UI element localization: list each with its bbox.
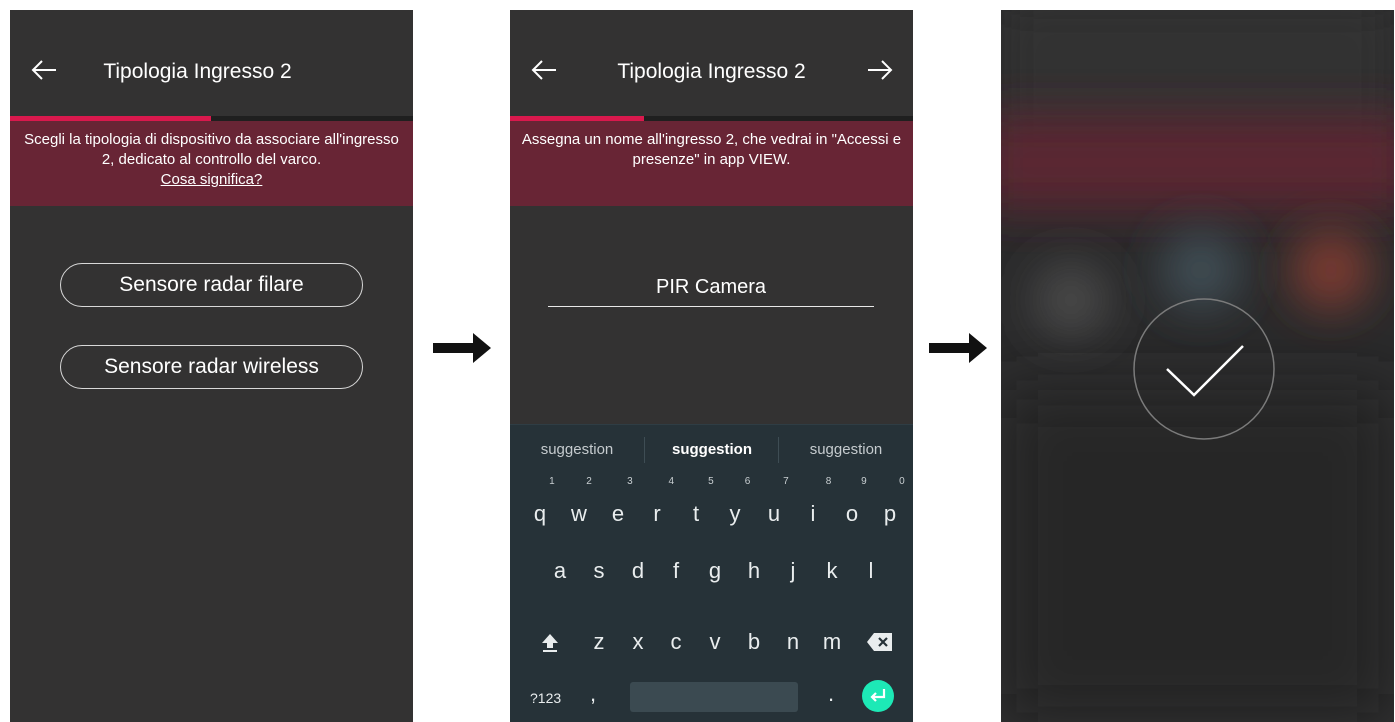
help-link[interactable]: Cosa significa?: [161, 171, 263, 188]
key-hint: 0: [899, 476, 905, 487]
option-wired-radar-button[interactable]: Sensore radar filare: [60, 263, 363, 307]
key-d[interactable]: d: [620, 547, 656, 595]
key-j[interactable]: j: [775, 547, 811, 595]
key-label: i: [810, 501, 816, 526]
suggestion-center[interactable]: suggestion: [645, 425, 779, 475]
key-h[interactable]: h: [736, 547, 772, 595]
key-a[interactable]: a: [542, 547, 578, 595]
key-label: t: [692, 501, 700, 526]
app-header: Tipologia Ingresso 2: [10, 10, 413, 116]
key-k[interactable]: k: [814, 547, 850, 595]
key-m[interactable]: m: [814, 618, 850, 666]
key-hint: 9: [861, 476, 867, 487]
enter-key[interactable]: [862, 680, 894, 712]
key-label: q: [533, 501, 547, 526]
key-label: w: [571, 501, 587, 526]
space-key[interactable]: [630, 682, 798, 712]
key-hint: 1: [549, 476, 555, 487]
key-hint: 3: [627, 476, 633, 487]
key-x[interactable]: x: [620, 618, 656, 666]
period-key[interactable]: .: [828, 680, 834, 708]
enter-icon: [870, 689, 886, 702]
key-label: r: [653, 501, 661, 526]
page-title: Tipologia Ingresso 2: [103, 60, 292, 83]
key-y[interactable]: 6y: [717, 477, 753, 538]
key-label: u: [767, 501, 781, 526]
key-hint: 2: [586, 476, 592, 487]
shift-icon[interactable]: [539, 631, 561, 653]
key-f[interactable]: f: [658, 547, 694, 595]
instruction-text: Scegli la tipologia di dispositivo da as…: [24, 131, 399, 168]
comma-key[interactable]: ,: [590, 680, 596, 708]
key-hint: 4: [668, 476, 675, 487]
screen-confirmation: [1001, 10, 1394, 722]
key-hint: 6: [744, 476, 751, 487]
key-hint: 8: [825, 476, 832, 487]
key-v[interactable]: v: [697, 618, 733, 666]
key-e[interactable]: 3e: [600, 477, 636, 538]
key-w[interactable]: 2w: [561, 477, 597, 538]
key-g[interactable]: g: [697, 547, 733, 595]
key-c[interactable]: c: [658, 618, 694, 666]
key-r[interactable]: 4r: [639, 477, 675, 538]
key-hint: 7: [783, 476, 789, 487]
key-z[interactable]: z: [581, 618, 617, 666]
soft-keyboard: 1q 2w 3e 4r 5t 6y 7u 8i 9o 0p a s d f g …: [510, 474, 913, 722]
key-i[interactable]: 8i: [795, 477, 832, 538]
key-o[interactable]: 9o: [834, 477, 870, 538]
key-p[interactable]: 0p: [872, 477, 908, 538]
instruction-banner: Scegli la tipologia di dispositivo da as…: [10, 121, 413, 206]
suggestion-left[interactable]: suggestion: [510, 425, 644, 475]
key-label: o: [845, 501, 859, 526]
suggestion-bar: suggestion suggestion suggestion: [510, 424, 913, 475]
key-q[interactable]: 1q: [522, 477, 558, 538]
key-l[interactable]: l: [853, 547, 889, 595]
backspace-icon[interactable]: [866, 632, 894, 652]
screen-input-name: Tipologia Ingresso 2 Assegna un nome all…: [510, 10, 913, 722]
input-name-field[interactable]: PIR Camera: [548, 272, 874, 307]
key-t[interactable]: 5t: [678, 477, 714, 538]
key-s[interactable]: s: [581, 547, 617, 595]
symbols-key[interactable]: ?123: [530, 684, 561, 712]
key-label: e: [611, 501, 625, 526]
key-label: y: [729, 501, 741, 526]
key-label: p: [883, 501, 897, 526]
key-u[interactable]: 7u: [756, 477, 792, 538]
checkmark-icon: [1133, 298, 1275, 440]
page-title: Tipologia Ingresso 2: [617, 60, 806, 83]
key-b[interactable]: b: [736, 618, 772, 666]
key-n[interactable]: n: [775, 618, 811, 666]
flow-arrow-icon: [929, 333, 987, 363]
suggestion-right[interactable]: suggestion: [779, 425, 913, 475]
app-header: Tipologia Ingresso 2: [510, 10, 913, 116]
key-hint: 5: [708, 476, 714, 487]
forward-arrow-icon[interactable]: [864, 54, 896, 86]
option-wireless-radar-button[interactable]: Sensore radar wireless: [60, 345, 363, 389]
instruction-text: Assegna un nome all'ingresso 2, che vedr…: [521, 131, 902, 168]
instruction-banner: Assegna un nome all'ingresso 2, che vedr…: [510, 121, 913, 206]
flow-arrow-icon: [433, 333, 491, 363]
screen-device-type: Tipologia Ingresso 2 Scegli la tipologia…: [10, 10, 413, 722]
